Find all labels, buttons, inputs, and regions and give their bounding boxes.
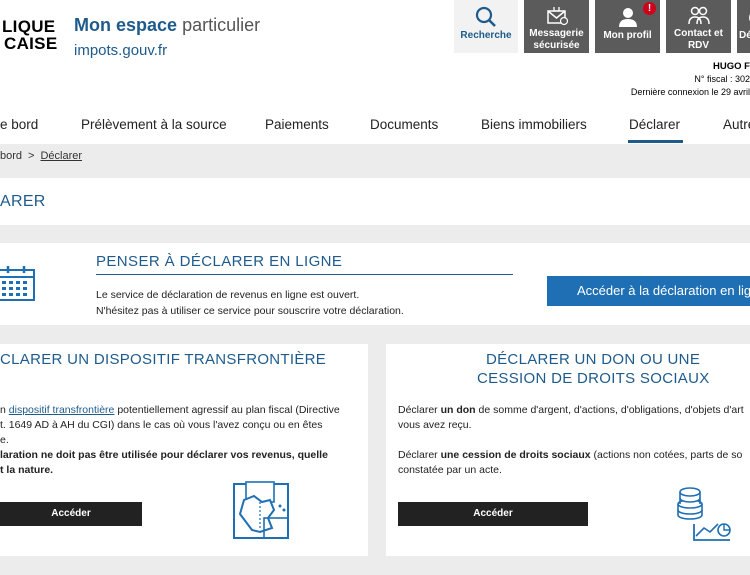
fiscal-number: N° fiscal : 302: [694, 74, 750, 84]
user-name: HUGO F: [713, 61, 750, 72]
promo-text: Le service de déclaration de revenus en …: [96, 287, 404, 319]
contact-label-1: Contact et: [674, 28, 723, 39]
nav-item-declarer[interactable]: Déclarer: [629, 117, 680, 132]
nav-item-autres[interactable]: Autre: [723, 117, 750, 132]
promo-line-2: N'hésitez pas à utiliser ce service pour…: [96, 305, 404, 317]
cross-border-line-3: e.: [0, 434, 9, 446]
donation-bold-3: une cession de droits sociaux: [440, 449, 591, 461]
cross-border-suffix: potentiellement agressif au plan fiscal …: [114, 404, 340, 416]
messaging-label-1: Messagerie: [529, 28, 584, 39]
last-login: Dernière connexion le 29 avril: [630, 87, 750, 97]
user-info: HUGO F N° fiscal : 302 Dernière connexio…: [631, 60, 750, 99]
breadcrumb: bord > Déclarer: [0, 150, 82, 162]
cross-border-access-button[interactable]: Accéder: [0, 502, 142, 526]
promo-divider: [96, 274, 513, 275]
donation-title-1: DÉCLARER UN DON OU UNE: [486, 351, 701, 368]
coins-chart-icon: [677, 487, 731, 541]
online-declaration-promo: PENSER À DÉCLARER EN LIGNE Le service de…: [0, 243, 750, 325]
donation-card: DÉCLARER UN DON OU UNE CESSION DE DROITS…: [386, 344, 750, 556]
breadcrumb-separator: >: [28, 150, 35, 162]
logo-line-1: LIQUE: [2, 17, 56, 36]
envelope-icon: [546, 7, 568, 26]
donation-line-2: vous avez reçu.: [398, 419, 472, 431]
donation-access-button[interactable]: Accéder: [398, 502, 588, 526]
people-icon: [687, 6, 710, 25]
breadcrumb-parent[interactable]: bord: [0, 150, 22, 162]
user-icon: [618, 8, 637, 27]
nav-item-tableau-de-bord[interactable]: e bord: [0, 117, 38, 132]
site-subtitle[interactable]: impots.gouv.fr: [74, 42, 167, 59]
search-icon: [475, 6, 496, 27]
page-title: ARER: [0, 193, 46, 210]
cross-border-card: CLARER UN DISPOSITIF TRANSFRONTIÈRE n di…: [0, 344, 368, 556]
search-button[interactable]: Recherche: [454, 0, 518, 53]
site-title-strong: Mon espace: [74, 15, 178, 35]
nav-item-paiements[interactable]: Paiements: [265, 117, 329, 132]
nav-item-biens-immobiliers[interactable]: Biens immobiliers: [481, 117, 587, 132]
active-tab-indicator: [628, 140, 683, 143]
donation-prefix-3: Déclarer: [398, 449, 441, 461]
site-header: LIQUE CAISE Mon espace particulier impot…: [0, 0, 750, 103]
donation-bold-1: un don: [440, 404, 476, 416]
messaging-label-2: sécurisée: [533, 40, 580, 51]
logout-button[interactable]: Dé: [737, 0, 750, 53]
cross-border-link[interactable]: dispositif transfrontière: [9, 404, 115, 416]
site-title-light: particulier: [182, 15, 261, 35]
donation-text: Déclarer un don de somme d'argent, d'act…: [398, 403, 744, 478]
cross-border-line-1: n dispositif transfrontière potentiellem…: [0, 403, 340, 418]
nav-item-documents[interactable]: Documents: [370, 117, 438, 132]
main-nav: e bord Prélèvement à la source Paiements…: [0, 103, 750, 144]
calendar-icon: [0, 266, 35, 301]
breadcrumb-current[interactable]: Déclarer: [40, 150, 82, 162]
profile-button[interactable]: ! Mon profil: [595, 0, 660, 53]
donation-line-1: Déclarer un don de somme d'argent, d'act…: [398, 403, 744, 418]
title-panel: ARER: [0, 178, 750, 225]
donation-line-4: constatée par un acte.: [398, 464, 502, 476]
promo-title: PENSER À DÉCLARER EN LIGNE: [96, 253, 343, 270]
cross-border-text: n dispositif transfrontière potentiellem…: [0, 403, 340, 478]
donation-suffix-3: (actions non cotées, parts de so: [590, 449, 743, 461]
logo-line-2: CAISE: [4, 34, 58, 53]
logout-label: Dé: [739, 30, 750, 41]
cross-border-warning-2: t la nature.: [0, 464, 54, 476]
cross-border-warning-1: laration ne doit pas être utilisée pour …: [0, 449, 328, 461]
nav-item-prelevement[interactable]: Prélèvement à la source: [81, 117, 227, 132]
donation-line-3: Déclarer une cession de droits sociaux (…: [398, 448, 744, 463]
contact-label-2: RDV: [687, 40, 710, 51]
cross-border-line-2: t. 1649 AD à AH du CGI) dans le cas où v…: [0, 419, 323, 431]
contact-rdv-button[interactable]: Contact et RDV: [666, 0, 731, 53]
france-border-icon: [233, 481, 289, 539]
secure-messaging-button[interactable]: Messagerie sécurisée: [524, 0, 589, 53]
profile-label: Mon profil: [603, 30, 652, 41]
site-title[interactable]: Mon espace particulier: [74, 15, 260, 36]
profile-alert-badge: !: [643, 2, 656, 15]
donation-suffix-1: de somme d'argent, d'actions, d'obligati…: [475, 404, 744, 416]
donation-title-2: CESSION DE DROITS SOCIAUX: [477, 370, 710, 387]
cross-border-title: CLARER UN DISPOSITIF TRANSFRONTIÈRE: [0, 351, 327, 368]
promo-line-1: Le service de déclaration de revenus en …: [96, 289, 360, 301]
online-declaration-button[interactable]: Accéder à la déclaration en ligne: [547, 276, 750, 306]
cross-border-prefix: n: [0, 404, 9, 416]
search-label: Recherche: [460, 30, 512, 41]
donation-prefix-1: Déclarer: [398, 404, 441, 416]
